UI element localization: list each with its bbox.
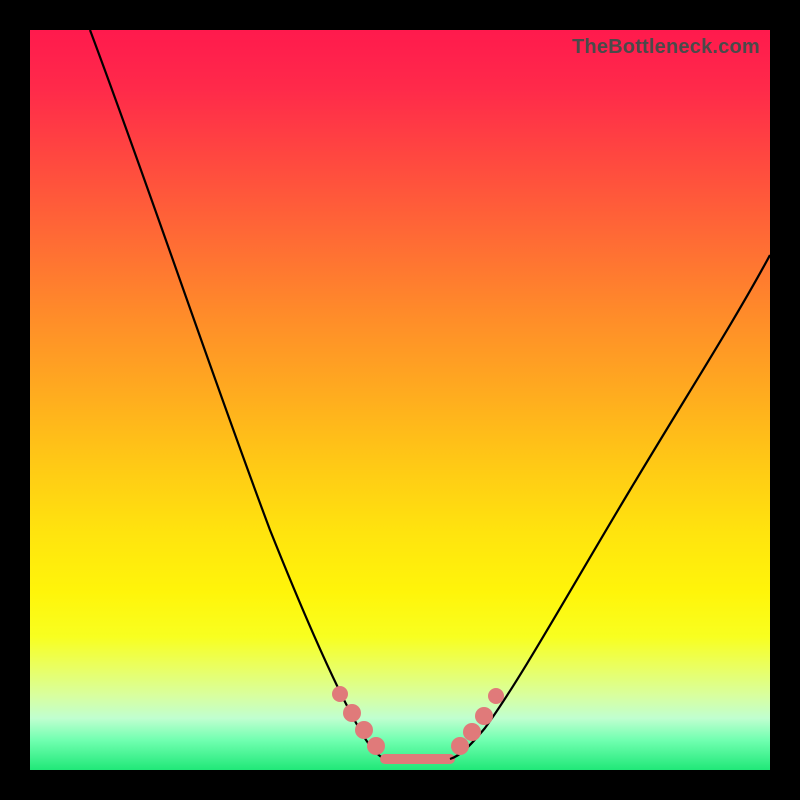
bottleneck-curve xyxy=(30,30,770,770)
curve-left xyxy=(90,30,385,759)
chart-frame: TheBottleneck.com xyxy=(0,0,800,800)
plot-area: TheBottleneck.com xyxy=(30,30,770,770)
right-markers xyxy=(451,688,504,755)
curve-right xyxy=(450,255,770,759)
attribution-watermark: TheBottleneck.com xyxy=(572,36,760,59)
left-markers xyxy=(332,686,385,755)
